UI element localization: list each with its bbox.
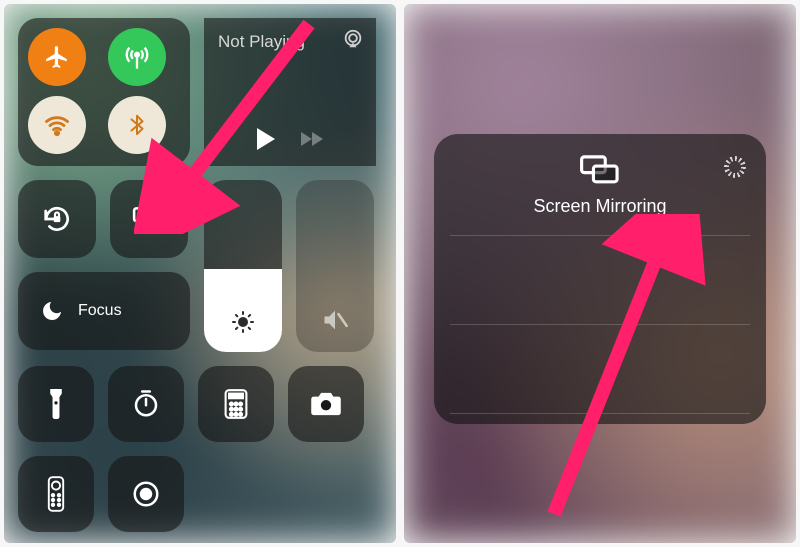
camera-button[interactable] (288, 366, 364, 442)
calculator-button[interactable] (198, 366, 274, 442)
cellular-data-toggle[interactable] (108, 28, 166, 86)
rotation-lock-icon (41, 203, 73, 235)
timer-icon (131, 389, 161, 419)
mute-icon (296, 306, 374, 334)
flashlight-button[interactable] (18, 366, 94, 442)
row-utilities (18, 366, 382, 442)
focus-button[interactable]: Focus (18, 272, 190, 350)
fast-forward-button[interactable] (301, 132, 323, 146)
col-left: Focus (18, 180, 190, 350)
volume-slider[interactable] (296, 180, 374, 352)
play-button[interactable] (257, 128, 275, 150)
device-list-row[interactable] (450, 236, 750, 306)
row-connectivity-media: Not Playing (18, 18, 382, 166)
wifi-toggle[interactable] (28, 96, 86, 154)
screen-mirroring-sheet-container: Screen Mirroring (404, 4, 796, 543)
moon-icon (40, 299, 64, 323)
now-playing-tile[interactable]: Not Playing (204, 18, 376, 166)
wifi-icon (43, 111, 71, 139)
camera-icon (310, 391, 342, 417)
screen-mirroring-icon (132, 205, 166, 233)
rotation-lock-button[interactable] (18, 180, 96, 258)
row-lock-sliders: Focus (18, 180, 382, 352)
airplane-icon (44, 44, 70, 70)
calculator-icon (224, 389, 248, 419)
airplane-mode-toggle[interactable] (28, 28, 86, 86)
connectivity-group (18, 18, 190, 166)
timer-button[interactable] (108, 366, 184, 442)
row-remote-record (18, 456, 382, 532)
airplay-icon[interactable] (342, 28, 364, 50)
cellular-antenna-icon (123, 43, 151, 71)
apple-tv-remote-button[interactable] (18, 456, 94, 532)
media-controls (204, 128, 376, 150)
screen-mirroring-icon (579, 154, 621, 186)
screen-record-icon (131, 479, 161, 509)
bluetooth-icon (126, 111, 148, 139)
media-status: Not Playing (218, 32, 362, 52)
device-list-row[interactable] (450, 325, 750, 395)
loading-spinner-icon (724, 156, 746, 178)
flashlight-icon (47, 389, 65, 419)
screen-record-button[interactable] (108, 456, 184, 532)
bluetooth-toggle[interactable] (108, 96, 166, 154)
fast-forward-icon (301, 132, 312, 146)
screen-mirroring-header: Screen Mirroring (450, 154, 750, 217)
control-center-panel: Not Playing (4, 4, 396, 543)
screen-mirroring-button[interactable] (110, 180, 188, 258)
screen-mirroring-title: Screen Mirroring (533, 196, 666, 217)
focus-label: Focus (78, 302, 122, 320)
screen-mirroring-panel: Screen Mirroring (404, 4, 796, 543)
fast-forward-icon (312, 132, 323, 146)
screen-mirroring-card[interactable]: Screen Mirroring (434, 134, 766, 424)
brightness-slider[interactable] (204, 180, 282, 352)
apple-tv-remote-icon (47, 476, 65, 512)
control-center: Not Playing (4, 4, 396, 543)
divider (450, 413, 750, 414)
brightness-icon (204, 310, 282, 334)
